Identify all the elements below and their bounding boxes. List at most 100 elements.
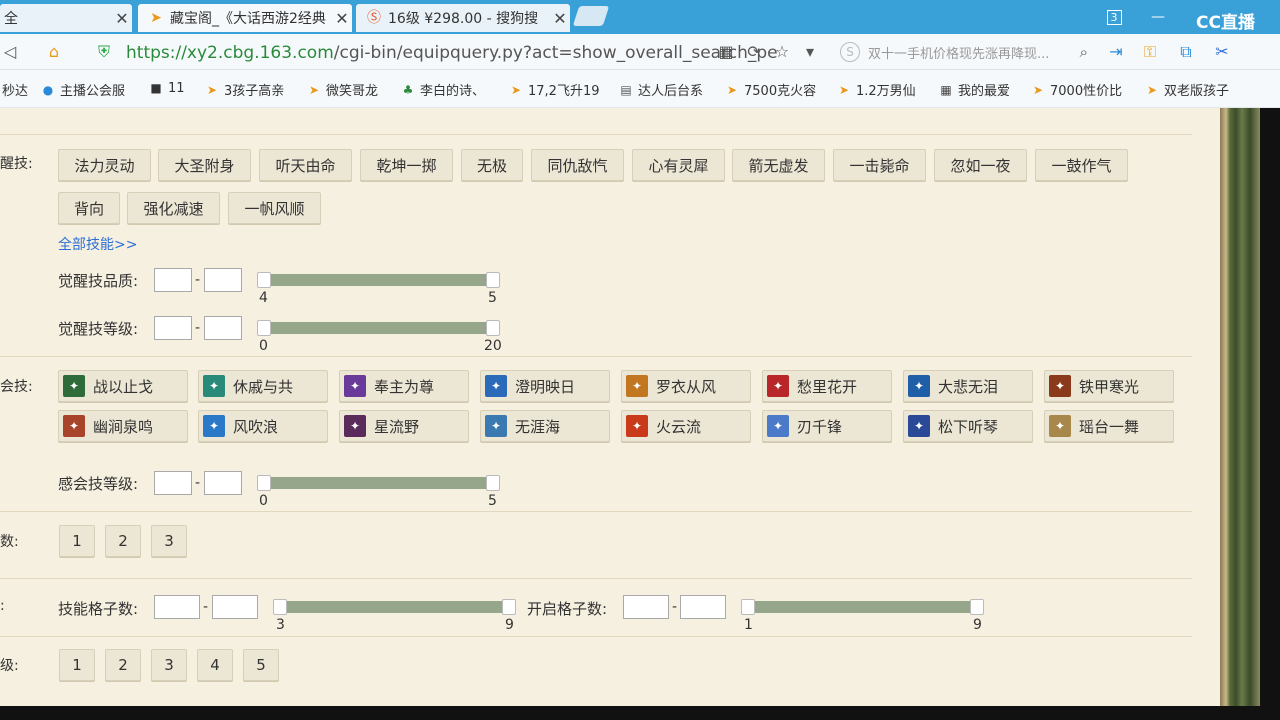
slider-handle-max[interactable] (502, 599, 516, 615)
sense-skill-button[interactable]: ✦ 松下听琴 (903, 410, 1033, 442)
slider-handle-max[interactable] (486, 272, 500, 288)
close-icon[interactable]: ✕ (332, 9, 352, 28)
awaken-skill-button[interactable]: 心有灵犀 (632, 149, 725, 181)
bookmark-item[interactable]: ➤ 微笑哥龙 (306, 80, 378, 100)
sense-skill-button[interactable]: ✦ 火云流 (621, 410, 751, 442)
bookmark-item[interactable]: ➤ 7500克火容 (724, 80, 816, 100)
login-icon[interactable]: ⇥ (1106, 42, 1126, 62)
back-icon[interactable]: ◁ (0, 42, 20, 62)
skill-grid-max-input[interactable] (212, 595, 258, 619)
awaken-skill-button[interactable]: 无极 (461, 149, 523, 181)
tab-2[interactable]: Ⓢ 16级 ¥298.00 - 搜狗搜 ✕ (356, 4, 570, 32)
search-input[interactable]: S 双十一手机价格现先涨再降现... ⌕ (834, 40, 1088, 64)
url-field[interactable]: https://xy2.cbg.163.com/cgi-bin/equipque… (126, 43, 778, 63)
skill-grid-min-input[interactable] (154, 595, 200, 619)
awaken-level-max-input[interactable] (204, 316, 242, 340)
new-tab-button[interactable] (572, 6, 610, 26)
bookmark-item[interactable]: ➤ 17,2飞升19 (508, 80, 600, 100)
slider-handle-max[interactable] (970, 599, 984, 615)
sense-level-slider[interactable] (264, 477, 494, 489)
awaken-skill-button[interactable]: 一击毙命 (833, 149, 926, 181)
awaken-quality-slider[interactable] (264, 274, 494, 286)
level-option-button[interactable]: 1 (59, 649, 95, 681)
sense-skill-button[interactable]: ✦ 刃千锋 (762, 410, 892, 442)
bookmark-item[interactable]: ➤ 双老版孩子 (1144, 80, 1229, 100)
bookmark-item[interactable]: ➤ 1.2万男仙 (836, 80, 916, 100)
level-option-button[interactable]: 4 (197, 649, 233, 681)
all-skills-link[interactable]: 全部技能>> (58, 234, 137, 254)
open-grid-slider[interactable] (748, 601, 978, 613)
slider-handle-min[interactable] (257, 272, 271, 288)
bookmark-item[interactable]: ● 主播公会服 (40, 80, 125, 100)
awaken-skill-button[interactable]: 法力灵动 (58, 149, 151, 181)
sense-skill-button[interactable]: ✦ 愁里花开 (762, 370, 892, 402)
bookmark-item[interactable]: ▦ 我的最爱 (938, 80, 1010, 100)
awaken-skill-button[interactable]: 一鼓作气 (1035, 149, 1128, 181)
tab-0[interactable]: 全 ✕ (0, 4, 132, 32)
bookmark-item[interactable]: ▤ 达人后台系 (618, 80, 703, 100)
scissors-icon[interactable]: ✂ (1212, 42, 1232, 62)
awaken-skill-button[interactable]: 箭无虚发 (732, 149, 825, 181)
minimize-icon[interactable]: — (1140, 0, 1176, 34)
sense-skill-button[interactable]: ✦ 铁甲寒光 (1044, 370, 1174, 402)
tab-1[interactable]: ➤ 藏宝阁_《大话西游2经典 ✕ (138, 4, 352, 32)
home-icon[interactable]: ⌂ (44, 42, 64, 62)
tab-count-icon[interactable]: 3 (1096, 0, 1132, 34)
count-option-button[interactable]: 2 (105, 525, 141, 557)
qr-icon[interactable]: ▦ (716, 42, 736, 62)
sense-skill-button[interactable]: ✦ 战以止戈 (58, 370, 188, 402)
open-grid-max-input[interactable] (680, 595, 726, 619)
awaken-skill-button[interactable]: 大圣附身 (158, 149, 251, 181)
level-option-button[interactable]: 5 (243, 649, 279, 681)
slider-handle-min[interactable] (257, 320, 271, 336)
close-icon[interactable]: ✕ (112, 9, 132, 28)
level-option-button[interactable]: 2 (105, 649, 141, 681)
chevron-down-icon[interactable]: ▾ (800, 42, 820, 62)
sense-skill-button[interactable]: ✦ 风吹浪 (198, 410, 328, 442)
awaken-skill-button[interactable]: 乾坤一掷 (360, 149, 453, 181)
bookmark-item[interactable]: 秒达 (2, 80, 28, 99)
awaken-skill-button[interactable]: 听天由命 (259, 149, 352, 181)
awaken-skill-button[interactable]: 忽如一夜 (934, 149, 1027, 181)
star-icon[interactable]: ☆ (772, 42, 792, 62)
awaken-quality-max-input[interactable] (204, 268, 242, 292)
sense-skill-button[interactable]: ✦ 星流野 (339, 410, 469, 442)
bookmark-item[interactable]: ♣ 李白的诗、 (400, 80, 485, 100)
count-option-button[interactable]: 1 (59, 525, 95, 557)
sense-skill-button[interactable]: ✦ 澄明映日 (480, 370, 610, 402)
slider-handle-max[interactable] (486, 320, 500, 336)
sense-level-min-input[interactable] (154, 471, 192, 495)
sense-skill-button[interactable]: ✦ 大悲无泪 (903, 370, 1033, 402)
awaken-quality-min-input[interactable] (154, 268, 192, 292)
level-option-button[interactable]: 3 (151, 649, 187, 681)
awaken-skill-button[interactable]: 强化减速 (127, 192, 220, 224)
awaken-level-min-input[interactable] (154, 316, 192, 340)
slider-handle-min[interactable] (741, 599, 755, 615)
sense-skill-button[interactable]: ✦ 幽涧泉鸣 (58, 410, 188, 442)
awaken-skill-button[interactable]: 背向 (58, 192, 120, 224)
search-icon[interactable]: ⌕ (1080, 43, 1088, 61)
sense-skill-button[interactable]: ✦ 奉主为尊 (339, 370, 469, 402)
sense-level-max-input[interactable] (204, 471, 242, 495)
skill-grid-slider[interactable] (280, 601, 510, 613)
key-icon[interactable]: ⚿ (1140, 42, 1160, 62)
slider-handle-min[interactable] (273, 599, 287, 615)
sense-skill-button[interactable]: ✦ 罗衣从风 (621, 370, 751, 402)
slider-min-label: 3 (276, 617, 285, 633)
slider-handle-min[interactable] (257, 475, 271, 491)
count-option-button[interactable]: 3 (151, 525, 187, 557)
bookmark-item[interactable]: ■ 11 (148, 80, 184, 96)
extension-icon[interactable]: ⧉ (1176, 42, 1196, 62)
awaken-level-slider[interactable] (264, 322, 494, 334)
awaken-skill-button[interactable]: 同仇敌忾 (531, 149, 624, 181)
close-icon[interactable]: ✕ (550, 9, 570, 28)
sense-skill-button[interactable]: ✦ 无涯海 (480, 410, 610, 442)
sense-skill-button[interactable]: ✦ 瑶台一舞 (1044, 410, 1174, 442)
bookmark-item[interactable]: ➤ 3孩子高亲 (204, 80, 284, 100)
open-grid-min-input[interactable] (623, 595, 669, 619)
sense-skill-button[interactable]: ✦ 休戚与共 (198, 370, 328, 402)
translate-icon[interactable]: ⟳ (744, 42, 764, 62)
bookmark-item[interactable]: ➤ 7000性价比 (1030, 80, 1122, 100)
awaken-skill-button[interactable]: 一帆风顺 (228, 192, 321, 224)
slider-handle-max[interactable] (486, 475, 500, 491)
